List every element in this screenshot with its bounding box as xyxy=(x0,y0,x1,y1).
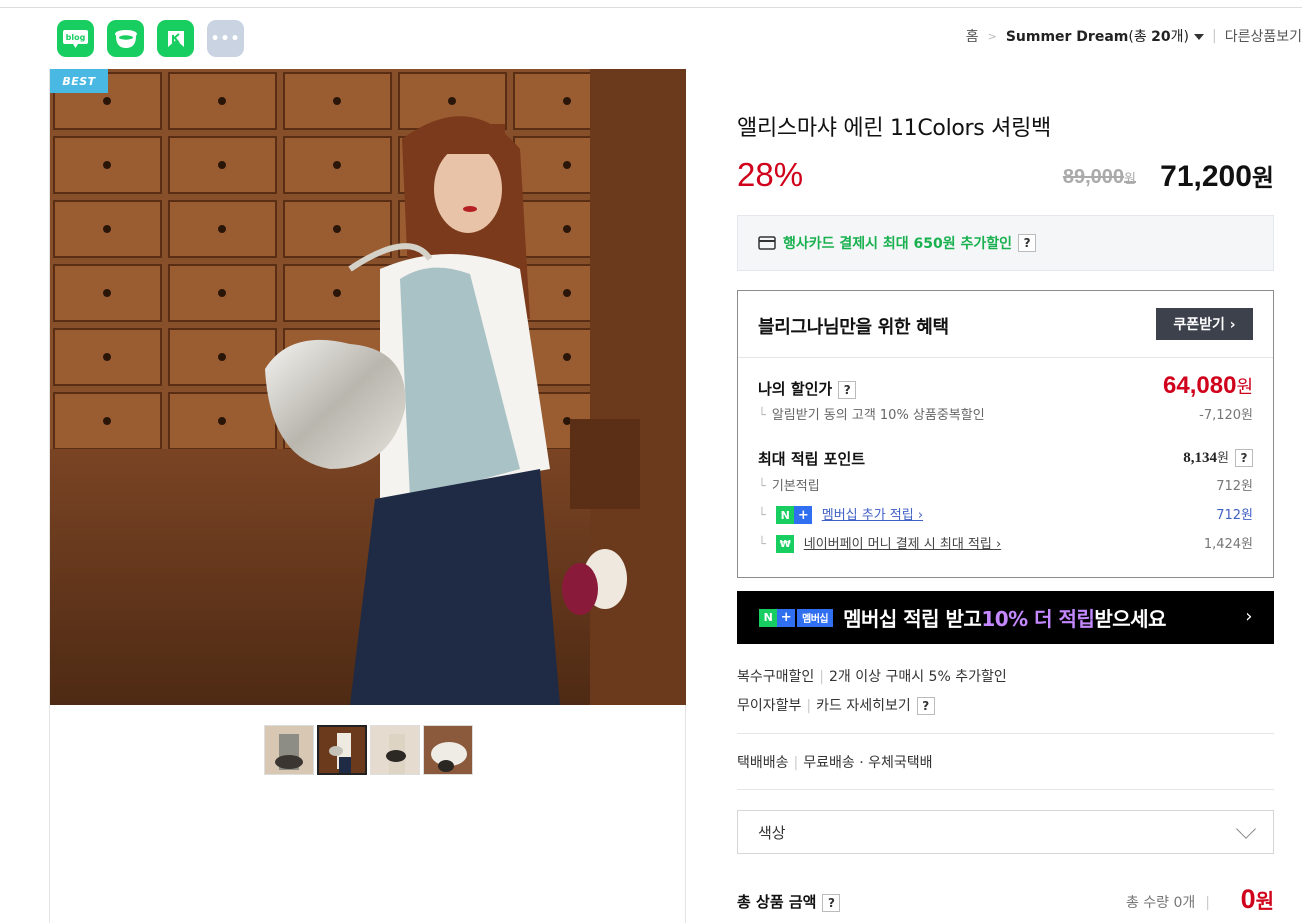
breadcrumb-separator: > xyxy=(987,29,997,43)
total-label: 총 상품 금액? xyxy=(737,891,841,912)
benefit-heading: 블리그나님만을 위한 혜택 xyxy=(758,317,949,338)
multi-buy-row: 복수구매할인 | 2개 이상 구매시 5% 추가할인 xyxy=(737,669,1007,685)
credit-card-icon xyxy=(758,236,776,250)
base-points-value: 712원 xyxy=(1216,479,1253,494)
total-row: 총 상품 금액? 총 수량 0개 | 0원 xyxy=(737,884,1274,917)
breadcrumb-store-dropdown[interactable]: Summer Dream(총 20개) xyxy=(1006,26,1204,46)
my-price-label: 나의 할인가 xyxy=(758,380,833,398)
other-products-link[interactable]: 다른상품보기 xyxy=(1225,26,1302,46)
color-option-select[interactable]: 색상 xyxy=(737,810,1274,854)
more-share-button[interactable]: ••• xyxy=(207,20,244,57)
caret-down-icon xyxy=(1194,34,1204,40)
divider xyxy=(737,789,1274,790)
banner-text-2: 받으세요 xyxy=(1094,607,1166,631)
top-divider xyxy=(0,7,1302,8)
thumbnail-list xyxy=(264,725,473,775)
member-benefit-box: 블리그나님만을 위한 혜택 쿠폰받기 › 나의 할인가? 64,080원 └ 알림… xyxy=(737,290,1274,578)
help-icon[interactable]: ? xyxy=(838,381,857,399)
shipping-value: 무료배송 · 우체국택배 xyxy=(803,755,933,771)
total-amount: 0원 xyxy=(1240,884,1274,914)
npay-points-value: 1,424원 xyxy=(1203,537,1253,552)
my-price-diff: -7,120원 xyxy=(1199,408,1253,423)
multi-buy-value: 2개 이상 구매시 5% 추가할인 xyxy=(829,669,1007,685)
product-title: 앨리스마샤 에린 11Colors 셔링백 xyxy=(737,116,1051,141)
membership-banner[interactable]: N + 멤버십 멤버십 적립 받고 10% 더 적립 받으세요 › xyxy=(737,591,1274,644)
divider xyxy=(738,357,1273,358)
cafe-share-button[interactable] xyxy=(107,20,144,57)
my-price-sub-row: └ 알림받기 동의 고객 10% 상품중복할인 -7,120원 xyxy=(758,404,1253,423)
divider: | xyxy=(1212,28,1217,44)
more-icon: ••• xyxy=(210,30,241,47)
banner-text-1: 멤버십 적립 받고 xyxy=(843,607,982,631)
installment-label: 무이자할부 xyxy=(737,698,802,714)
breadcrumb: 홈 > Summer Dream(총 20개) | 다른상품보기 xyxy=(966,26,1302,46)
npay-points-link[interactable]: 네이버페이 머니 결제 시 최대 적립 › xyxy=(804,537,1001,552)
best-badge: BEST xyxy=(50,69,108,93)
store-name: Summer Dream xyxy=(1005,29,1129,45)
card-details-link[interactable]: 카드 자세히보기 xyxy=(816,698,911,714)
membership-points-value: 712원 xyxy=(1216,508,1253,523)
naver-plus-badge: N + xyxy=(776,506,813,524)
multi-buy-label: 복수구매할인 xyxy=(737,669,815,685)
blog-label: blog xyxy=(66,33,86,42)
get-coupon-button[interactable]: 쿠폰받기 › xyxy=(1156,308,1253,340)
thumbnail-1[interactable] xyxy=(264,725,314,775)
help-icon[interactable]: ? xyxy=(822,893,841,912)
naver-plus-membership-badge: N + 멤버십 xyxy=(759,608,834,627)
product-count: (총 20개) xyxy=(1128,29,1189,45)
blog-icon: blog xyxy=(63,29,88,48)
thumbnail-2-selected[interactable] xyxy=(317,725,367,775)
points-label: 최대 적립 포인트 xyxy=(758,450,866,468)
npay-points-row: └ ₩ 네이버페이 머니 결제 시 최대 적립 › 1,424원 xyxy=(758,533,1253,553)
card-discount-text: 행사카드 결제시 최대 650원 추가할인 xyxy=(783,236,1013,252)
discount-rate: 28% xyxy=(737,156,804,193)
chevron-right-icon: › xyxy=(1245,606,1252,627)
total-quantity: 총 수량 0개 | xyxy=(1125,895,1210,911)
base-points-label: └ 기본적립 xyxy=(758,479,820,494)
divider xyxy=(737,733,1274,734)
naver-pay-icon: ₩ xyxy=(776,535,795,553)
shipping-label: 택배배송 xyxy=(737,755,789,771)
installment-row: 무이자할부 | 카드 자세히보기? xyxy=(737,695,1274,715)
membership-points-link[interactable]: 멤버십 추가 적립 › xyxy=(822,508,923,523)
breadcrumb-home[interactable]: 홈 xyxy=(966,26,979,46)
help-icon[interactable]: ? xyxy=(1235,449,1253,467)
points-value: 8,134원? xyxy=(1183,447,1253,467)
chevron-down-icon xyxy=(1236,819,1256,839)
thumbnail-4[interactable] xyxy=(423,725,473,775)
my-price-value: 64,080원 xyxy=(1163,372,1253,399)
help-icon[interactable]: ? xyxy=(1018,234,1037,252)
keep-share-button[interactable] xyxy=(157,20,194,57)
help-icon[interactable]: ? xyxy=(916,697,935,715)
shipping-row: 택배배송 | 무료배송 · 우체국택배 xyxy=(737,755,933,771)
my-price-sub: └ 알림받기 동의 고객 10% 상품중복할인 xyxy=(758,408,985,423)
original-price: 89,000원 xyxy=(1062,166,1136,188)
keep-icon xyxy=(167,30,184,47)
banner-highlight: 10% 더 적립 xyxy=(981,607,1095,631)
blog-share-button[interactable]: blog xyxy=(57,20,94,57)
sale-price: 71,200원 xyxy=(1160,160,1274,193)
color-option-placeholder: 색상 xyxy=(758,823,786,842)
price-row: 28% 89,000원 71,200원 xyxy=(737,156,1274,196)
cafe-icon xyxy=(114,29,137,48)
membership-points-row: └ N + 멤버십 추가 적립 › 712원 xyxy=(758,504,1253,524)
thumbnail-3[interactable] xyxy=(370,725,420,775)
base-points-row: └ 기본적립 712원 xyxy=(758,475,1253,494)
my-price-row: 나의 할인가? 64,080원 xyxy=(758,372,1253,399)
card-discount-box[interactable]: 행사카드 결제시 최대 650원 추가할인 ? xyxy=(737,215,1274,271)
points-row: 최대 적립 포인트 8,134원? xyxy=(758,448,1253,469)
product-main-image[interactable] xyxy=(50,69,686,705)
